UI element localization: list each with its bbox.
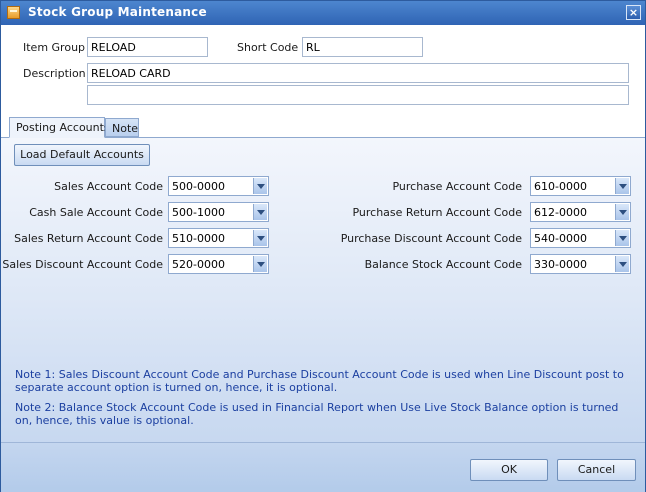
sales-account-code-value: 500-0000 (172, 180, 225, 193)
header-panel: Item Group RELOAD Short Code RL Descript… (1, 25, 645, 117)
note-2-text: Note 2: Balance Stock Account Code is us… (15, 401, 619, 427)
short-code-input[interactable]: RL (302, 37, 423, 57)
balance-stock-account-code-select[interactable]: 330-0000 (530, 254, 631, 274)
chevron-down-icon[interactable] (253, 178, 267, 194)
note-1-text: Note 1: Sales Discount Account Code and … (15, 368, 624, 394)
purchase-discount-account-code-select[interactable]: 540-0000 (530, 228, 631, 248)
purchase-discount-account-code-value: 540-0000 (534, 232, 587, 245)
cash-sale-account-code-value: 500-1000 (172, 206, 225, 219)
chevron-down-icon[interactable] (253, 256, 267, 272)
sales-discount-account-code-label: Sales Discount Account Code (2, 258, 163, 271)
chevron-down-icon[interactable] (253, 204, 267, 220)
description-label: Description (23, 67, 86, 80)
close-icon[interactable]: × (626, 5, 641, 20)
chevron-down-icon[interactable] (615, 178, 629, 194)
purchase-discount-account-code-label: Purchase Discount Account Code (340, 232, 522, 245)
document-icon (7, 6, 20, 19)
cash-sale-account-code-label: Cash Sale Account Code (29, 206, 163, 219)
purchase-account-code-select[interactable]: 610-0000 (530, 176, 631, 196)
purchase-return-account-code-label: Purchase Return Account Code (352, 206, 522, 219)
window-title: Stock Group Maintenance (28, 5, 207, 19)
purchase-return-account-code-select[interactable]: 612-0000 (530, 202, 631, 222)
sales-return-account-code-value: 510-0000 (172, 232, 225, 245)
sales-discount-account-code-value: 520-0000 (172, 258, 225, 271)
chevron-down-icon[interactable] (615, 230, 629, 246)
cancel-button[interactable]: Cancel (557, 459, 636, 481)
chevron-down-icon[interactable] (253, 230, 267, 246)
item-group-label: Item Group (23, 41, 86, 54)
description-input[interactable]: RELOAD CARD (87, 63, 629, 83)
description-input-line2[interactable] (87, 85, 629, 105)
ok-button[interactable]: OK (470, 459, 548, 481)
chevron-down-icon[interactable] (615, 204, 629, 220)
purchase-return-account-code-value: 612-0000 (534, 206, 587, 219)
posting-accounts-panel: Load Default Accounts Sales Account Code… (1, 138, 645, 442)
balance-stock-account-code-label: Balance Stock Account Code (364, 258, 522, 271)
sales-account-code-select[interactable]: 500-0000 (168, 176, 269, 196)
short-code-label: Short Code (237, 41, 299, 54)
sales-discount-account-code-select[interactable]: 520-0000 (168, 254, 269, 274)
item-group-input[interactable]: RELOAD (87, 37, 208, 57)
stock-group-maintenance-window: Stock Group Maintenance × Item Group REL… (0, 0, 646, 492)
tab-posting-accounts[interactable]: Posting Accounts (9, 117, 110, 138)
tab-strip: Posting Accounts Note (1, 117, 645, 138)
title-bar: Stock Group Maintenance × (1, 1, 645, 25)
tab-note[interactable]: Note (105, 118, 139, 137)
load-default-accounts-button[interactable]: Load Default Accounts (14, 144, 150, 166)
purchase-account-code-value: 610-0000 (534, 180, 587, 193)
sales-return-account-code-label: Sales Return Account Code (14, 232, 163, 245)
cash-sale-account-code-select[interactable]: 500-1000 (168, 202, 269, 222)
sales-return-account-code-select[interactable]: 510-0000 (168, 228, 269, 248)
dialog-footer: OK Cancel (1, 442, 645, 492)
balance-stock-account-code-value: 330-0000 (534, 258, 587, 271)
sales-account-code-label: Sales Account Code (54, 180, 163, 193)
purchase-account-code-label: Purchase Account Code (392, 180, 522, 193)
chevron-down-icon[interactable] (615, 256, 629, 272)
